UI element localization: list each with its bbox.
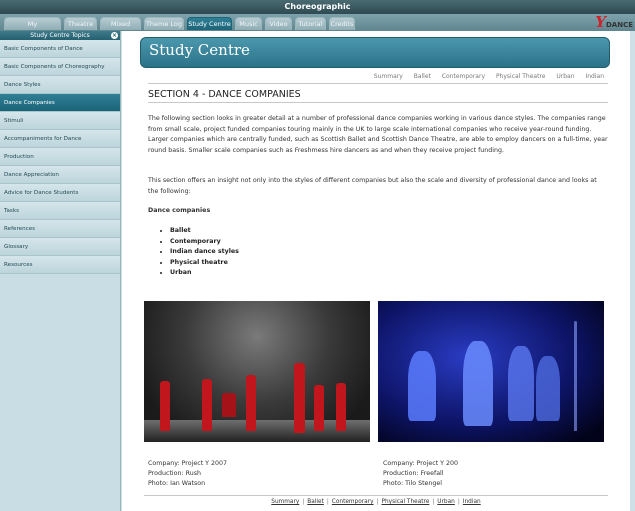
main-tab-bar: My Choreographic Theatre Mixed Street Th…	[0, 14, 635, 41]
sidebar-item-glossary[interactable]: Glossary	[0, 238, 120, 256]
dancer-figure	[536, 356, 560, 421]
page-banner: Study Centre	[140, 37, 610, 68]
divider	[148, 102, 608, 103]
section-title: SECTION 4 - DANCE COMPANIES	[148, 89, 301, 100]
dance-photo-rush	[144, 301, 370, 442]
subnav-urban[interactable]: Urban	[556, 73, 574, 80]
sidebar-item-references[interactable]: References	[0, 220, 120, 238]
tab-tutorial[interactable]: Tutorial	[295, 17, 326, 30]
list-item: Urban	[170, 268, 239, 279]
window-title: Choreographic	[284, 2, 351, 11]
dance-logo: YDANCE	[595, 13, 633, 31]
dancer-figure	[246, 375, 256, 431]
list-item: Indian dance styles	[170, 247, 239, 258]
footer-link-urban[interactable]: Urban	[437, 499, 455, 505]
sidebar-item-dance-styles[interactable]: Dance Styles	[0, 76, 120, 94]
tab-theatre[interactable]: Theatre	[64, 17, 97, 30]
close-icon[interactable]: ×	[111, 32, 118, 39]
subnav-summary[interactable]: Summary	[374, 73, 403, 80]
sidebar-item-basic-components-of-dance[interactable]: Basic Components of Dance	[0, 40, 120, 58]
sidebar-item-tasks[interactable]: Tasks	[0, 202, 120, 220]
dancer-figure	[336, 383, 346, 431]
window-title-bar: Choreographic	[0, 0, 635, 14]
dancer-figure	[314, 385, 324, 431]
dancer-figure	[160, 381, 170, 431]
sidebar-item-advice[interactable]: Advice for Dance Students	[0, 184, 120, 202]
tab-my-choreographic[interactable]: My Choreographic	[4, 17, 61, 41]
footer-nav: Summary | Ballet | Contemporary | Physical The…	[271, 499, 481, 505]
sidebar-header: Study Centre Topics ×	[0, 31, 120, 40]
dancer-figure	[222, 393, 236, 417]
tab-mixed-street[interactable]: Mixed Street	[100, 17, 141, 41]
dancer-figure	[294, 363, 305, 433]
stage-pole	[574, 321, 577, 431]
dancer-figure	[508, 346, 534, 421]
list-heading: Dance companies	[148, 207, 211, 214]
dancer-figure	[202, 379, 212, 431]
logo-y-icon: Y	[595, 13, 606, 31]
sidebar-item-accompaniments[interactable]: Accompaniments for Dance	[0, 130, 120, 148]
subnav-physical-theatre[interactable]: Physical Theatre	[496, 73, 546, 80]
dance-photo-freefall	[378, 301, 604, 442]
sidebar-item-production[interactable]: Production	[0, 148, 120, 166]
scope-paragraph: This section offers an insight not only …	[148, 177, 597, 195]
list-item: Ballet	[170, 226, 239, 237]
tab-music[interactable]: Music	[235, 17, 262, 30]
dancer-figure	[408, 351, 436, 421]
section-subnav: Summary Ballet Contemporary Physical The…	[365, 73, 604, 80]
photo-caption-1: Company: Project Y 2007 Production: Rush…	[148, 460, 228, 487]
sidebar-item-dance-companies[interactable]: Dance Companies	[0, 94, 120, 112]
divider	[144, 495, 608, 496]
footer-link-physical-theatre[interactable]: Physical Theatre	[381, 499, 429, 505]
sidebar-item-resources[interactable]: Resources	[0, 256, 120, 274]
photo-caption-2: Company: Project Y 200 Production: Freef…	[383, 460, 459, 487]
list-item: Physical theatre	[170, 258, 239, 269]
sidebar-item-basic-components-of-choreography[interactable]: Basic Components of Choreography	[0, 58, 120, 76]
subnav-contemporary[interactable]: Contemporary	[442, 73, 485, 80]
companies-list: Ballet Contemporary Indian dance styles …	[148, 226, 239, 279]
divider	[148, 83, 608, 84]
sidebar-title: Study Centre Topics	[30, 32, 90, 39]
main-content: Study Centre Summary Ballet Contemporary…	[122, 31, 630, 511]
subnav-indian[interactable]: Indian	[585, 73, 604, 80]
footer-link-contemporary[interactable]: Contemporary	[332, 499, 374, 505]
page-title: Study Centre	[149, 41, 250, 59]
sidebar-item-dance-appreciation[interactable]: Dance Appreciation	[0, 166, 120, 184]
dancer-figure	[463, 341, 493, 426]
footer-link-summary[interactable]: Summary	[271, 499, 299, 505]
tab-theme-log[interactable]: Theme Log	[144, 17, 184, 30]
tab-video[interactable]: Video	[265, 17, 292, 30]
footer-link-indian[interactable]: Indian	[463, 499, 481, 505]
footer-link-ballet[interactable]: Ballet	[307, 499, 324, 505]
tab-credits[interactable]: Credits	[329, 17, 355, 30]
subnav-ballet[interactable]: Ballet	[414, 73, 431, 80]
sidebar: Study Centre Topics × Basic Components o…	[0, 31, 121, 511]
list-item: Contemporary	[170, 237, 239, 248]
intro-paragraph: The following section looks in greater d…	[148, 115, 608, 154]
tab-study-centre[interactable]: Study Centre	[187, 17, 232, 30]
sidebar-item-stimuli[interactable]: Stimuli	[0, 112, 120, 130]
